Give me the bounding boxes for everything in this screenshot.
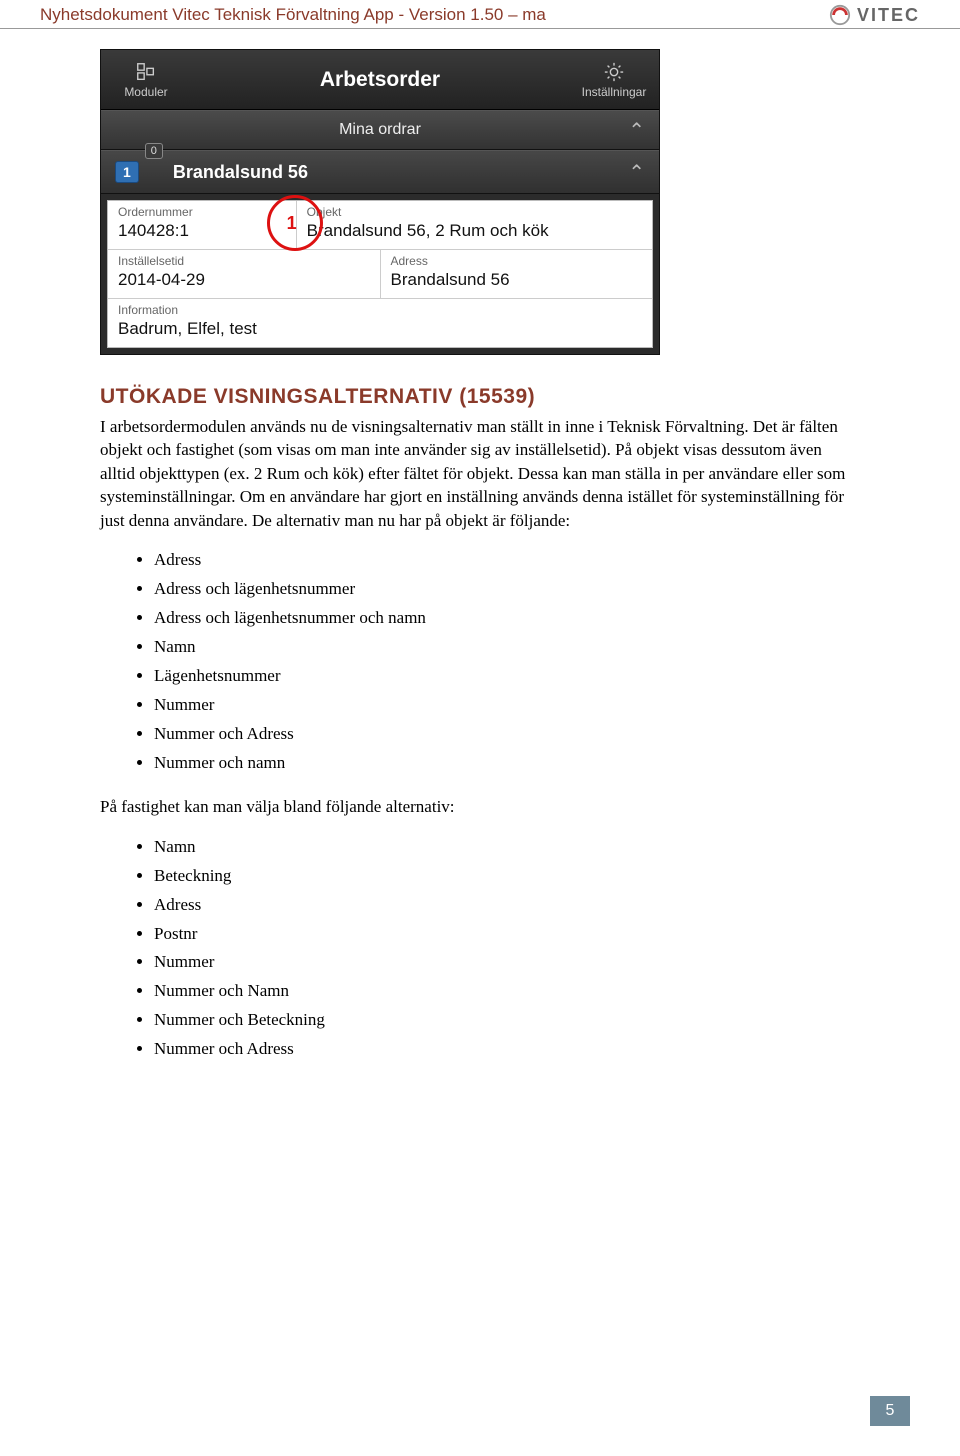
nav-moduler[interactable]: Moduler	[101, 61, 191, 99]
cell-ordernummer: Ordernummer 140428:1	[108, 201, 297, 249]
chevron-up-icon: ⌃	[628, 160, 645, 185]
list-item: Adress och lägenhetsnummer	[154, 575, 860, 604]
list-item: Nummer och Adress	[154, 1035, 860, 1064]
list-item: Namn	[154, 833, 860, 862]
order-row-title: Brandalsund 56	[173, 162, 308, 183]
vitec-logo: VITEC	[829, 4, 920, 26]
objekt-value: Brandalsund 56, 2 Rum och kök	[307, 221, 642, 241]
list-item: Beteckning	[154, 862, 860, 891]
information-label: Information	[118, 303, 642, 317]
objekt-label: Objekt	[307, 205, 642, 219]
section-label: Mina ordrar	[339, 121, 421, 139]
paragraph-1: I arbetsordermodulen används nu de visni…	[100, 415, 860, 532]
page-content: Moduler Arbetsorder Inställningar Mina o…	[0, 29, 960, 1064]
cell-objekt: 1 Objekt Brandalsund 56, 2 Rum och kök	[297, 201, 652, 249]
installelsetid-label: Inställelsetid	[118, 254, 370, 268]
annotation-number: 1	[287, 213, 297, 234]
list-item: Adress och lägenhetsnummer och namn	[154, 604, 860, 633]
information-value: Badrum, Elfel, test	[118, 319, 642, 339]
adress-value: Brandalsund 56	[391, 270, 643, 290]
list-item: Adress	[154, 891, 860, 920]
list-item: Nummer och namn	[154, 749, 860, 778]
vitec-logo-text: VITEC	[857, 5, 920, 26]
page-header: Nyhetsdokument Vitec Teknisk Förvaltning…	[0, 0, 960, 29]
nav-installningar-label: Inställningar	[582, 85, 647, 99]
badge-sub: 0	[145, 143, 163, 159]
paragraph-2: På fastighet kan man välja bland följand…	[100, 795, 860, 818]
doc-title: Nyhetsdokument Vitec Teknisk Förvaltning…	[40, 5, 546, 25]
list-item: Lägenhetsnummer	[154, 662, 860, 691]
page-number: 5	[870, 1396, 910, 1426]
installelsetid-value: 2014-04-29	[118, 270, 370, 290]
chevron-up-icon: ⌃	[628, 118, 645, 143]
badge-count: 1	[115, 161, 139, 183]
order-row[interactable]: 1 0 Brandalsund 56 ⌃	[101, 150, 659, 194]
order-details: Ordernummer 140428:1 1 Objekt Brandalsun…	[107, 200, 653, 348]
fastighet-alternativ-list: Namn Beteckning Adress Postnr Nummer Num…	[154, 833, 860, 1064]
gear-icon	[603, 61, 625, 83]
mobile-topbar: Moduler Arbetsorder Inställningar	[101, 50, 659, 110]
cell-installelsetid: Inställelsetid 2014-04-29	[108, 250, 381, 298]
list-item: Nummer och Namn	[154, 977, 860, 1006]
cell-information: Information Badrum, Elfel, test	[108, 299, 652, 347]
screen-title: Arbetsorder	[191, 68, 569, 92]
list-item: Namn	[154, 633, 860, 662]
objekt-alternativ-list: Adress Adress och lägenhetsnummer Adress…	[154, 546, 860, 777]
list-item: Nummer och Adress	[154, 720, 860, 749]
section-mina-ordrar[interactable]: Mina ordrar ⌃	[101, 110, 659, 150]
nav-moduler-label: Moduler	[124, 85, 167, 99]
adress-label: Adress	[391, 254, 643, 268]
list-item: Nummer	[154, 691, 860, 720]
cell-adress: Adress Brandalsund 56	[381, 250, 653, 298]
modules-icon	[135, 61, 157, 83]
list-item: Adress	[154, 546, 860, 575]
list-item: Nummer och Beteckning	[154, 1006, 860, 1035]
ordernummer-label: Ordernummer	[118, 205, 286, 219]
nav-installningar[interactable]: Inställningar	[569, 61, 659, 99]
mobile-screenshot: Moduler Arbetsorder Inställningar Mina o…	[100, 49, 660, 355]
ordernummer-value: 140428:1	[118, 221, 286, 241]
section-heading: UTÖKADE VISNINGSALTERNATIV (15539)	[100, 385, 860, 409]
list-item: Nummer	[154, 948, 860, 977]
vitec-logo-icon	[829, 4, 851, 26]
list-item: Postnr	[154, 920, 860, 949]
